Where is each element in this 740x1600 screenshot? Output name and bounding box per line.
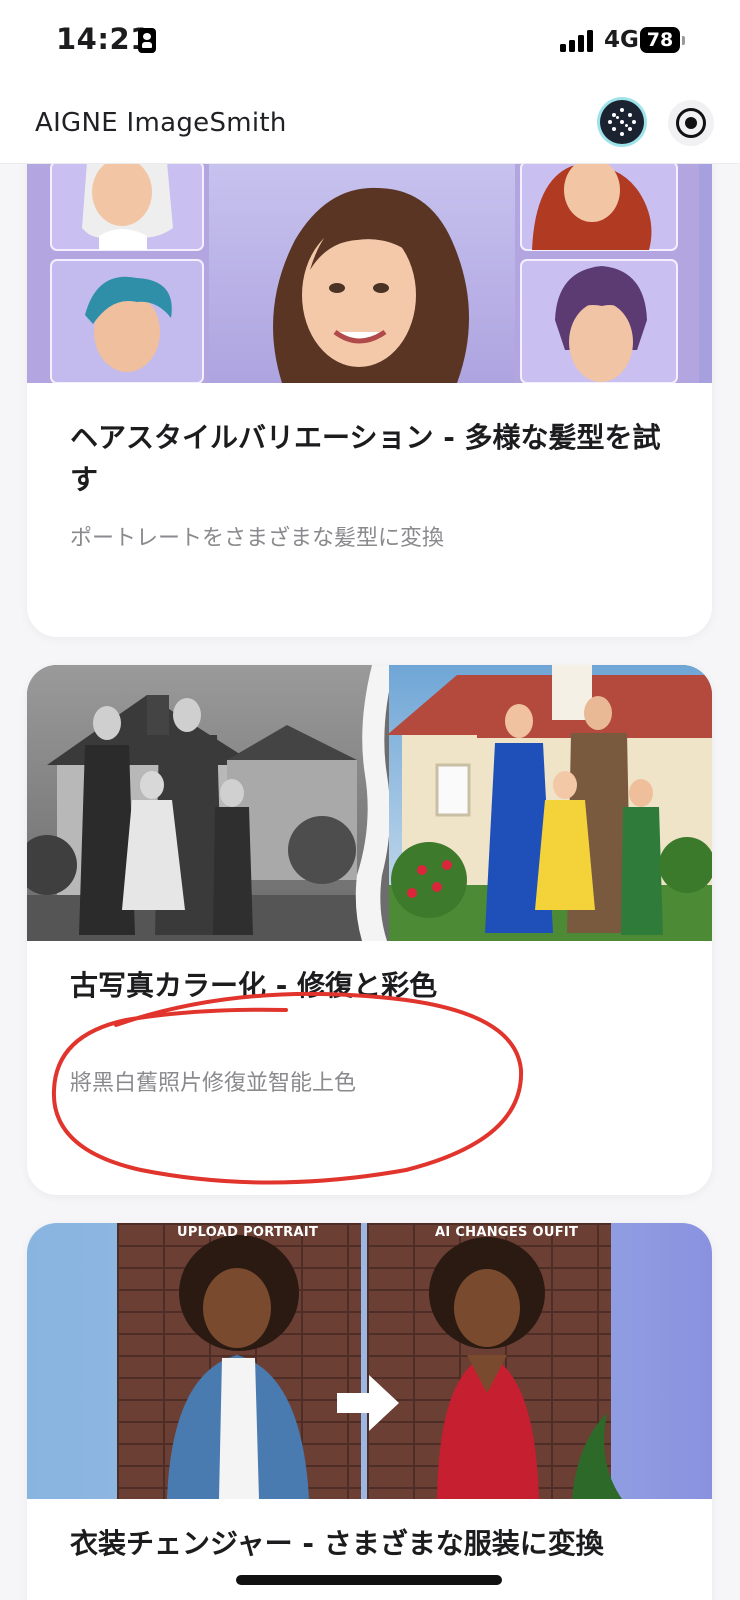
feature-card-photo-colorize[interactable]: 古写真カラー化 - 修復と彩色 將黑白舊照片修復並智能上色: [27, 665, 712, 1195]
colorize-illustration: [27, 665, 712, 941]
card-title: ヘアスタイルバリエーション - 多様な髪型を試す: [70, 421, 661, 496]
card-description: 將黑白舊照片修復並智能上色: [70, 1071, 357, 1096]
caption-ai-changes-outfit: AI CHANGES OUFIT: [435, 1225, 579, 1240]
battery-icon: 78: [640, 27, 685, 53]
card-title: 衣装チェンジャー - さまざまな服装に変換: [70, 1527, 604, 1560]
status-bar: 14:21 4G 78: [0, 0, 740, 86]
network-type: 4G: [604, 27, 639, 53]
outfit-illustration: [167, 1235, 622, 1499]
card-title: 古写真カラー化 - 修復と彩色: [70, 969, 438, 1002]
app-title: AIGNE ImageSmith: [35, 108, 287, 138]
feature-card-outfit-changer[interactable]: UPLOAD PORTRAIT AI CHANGES OUFIT 衣装チェンジャ…: [27, 1223, 712, 1600]
record-button[interactable]: [668, 100, 714, 146]
caption-upload-portrait: UPLOAD PORTRAIT: [177, 1225, 319, 1240]
signal-strength-icon: [560, 30, 596, 52]
aigne-logo-icon[interactable]: [600, 100, 644, 144]
status-time: 14:21: [56, 22, 151, 56]
feature-card-hairstyle[interactable]: ヘアスタイルバリエーション - 多様な髪型を試す ポートレートをさまざまな髪型に…: [27, 110, 712, 637]
home-indicator[interactable]: [236, 1575, 502, 1585]
outfit-preview-image: UPLOAD PORTRAIT AI CHANGES OUFIT: [27, 1223, 712, 1499]
card-description: ポートレートをさまざまな髪型に変換: [70, 526, 445, 551]
app-header: AIGNE ImageSmith: [0, 86, 740, 164]
id-card-icon: [138, 28, 156, 53]
colorize-preview-image: [27, 665, 712, 941]
